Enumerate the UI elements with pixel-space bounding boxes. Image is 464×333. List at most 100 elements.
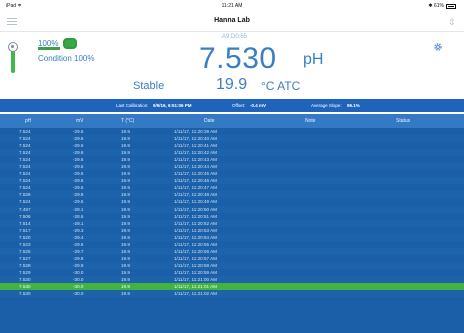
table-row[interactable]: 7.517 -29.3 19.9 1/11/17, 11:20:53 AM xyxy=(0,227,464,234)
temperature-unit: °C ATC xyxy=(261,79,301,93)
cell-date: 1/11/17, 11:20:52 AM xyxy=(174,220,217,226)
cell-date: 1/11/17, 11:20:49 AM xyxy=(174,199,217,205)
cell-temperature: 19.9 xyxy=(121,171,130,177)
cell-ph: 7.526 xyxy=(19,192,31,198)
cell-ph: 7.524 xyxy=(19,199,31,205)
page-title: Hanna Lab xyxy=(214,17,250,24)
cell-temperature: 19.9 xyxy=(121,262,130,268)
gear-icon[interactable] xyxy=(433,42,443,52)
cell-mv: -29.6 xyxy=(73,185,84,191)
cell-ph: 7.525 xyxy=(19,248,31,254)
cell-ph: 7.506 xyxy=(19,213,31,219)
cell-date: 1/11/17, 11:20:54 AM xyxy=(174,234,217,240)
cell-temperature: 19.9 xyxy=(121,255,130,261)
cell-date: 1/11/17, 11:20:47 AM xyxy=(174,185,217,191)
cell-temperature: 19.9 xyxy=(121,291,130,297)
cell-temperature: 19.9 xyxy=(121,269,130,275)
cell-ph: 7.523 xyxy=(19,241,31,247)
cell-ph: 7.524 xyxy=(19,164,31,170)
cell-mv: -29.7 xyxy=(73,248,84,254)
table-row[interactable]: 7.506 -28.6 19.9 1/11/17, 11:20:51 AM xyxy=(0,213,464,220)
table-row[interactable]: 7.524 -29.6 19.9 1/11/17, 11:20:47 AM xyxy=(0,184,464,191)
cell-mv: -29.6 xyxy=(73,171,84,177)
cell-ph: 7.524 xyxy=(19,171,31,177)
cell-date: 1/11/17, 11:21:01 AM xyxy=(174,284,217,290)
status-time: 11:21 AM xyxy=(221,3,243,9)
cell-ph: 7.524 xyxy=(19,178,31,184)
table-row[interactable]: 7.524 -29.6 19.9 1/11/17, 11:20:49 AM xyxy=(0,198,464,205)
cell-mv: -29.6 xyxy=(73,136,84,142)
table-row[interactable]: 7.527 -29.8 19.9 1/11/17, 11:20:57 AM xyxy=(0,255,464,262)
cell-mv: -30.0 xyxy=(73,291,84,297)
column-header-ph[interactable]: pH xyxy=(25,118,31,124)
cell-date: 1/11/17, 11:20:41 AM xyxy=(174,143,217,149)
table-row[interactable]: 7.524 -29.6 19.9 1/11/17, 11:20:40 AM xyxy=(0,135,464,143)
table-row[interactable]: 7.524 -29.6 19.9 1/11/17, 11:20:39 AM xyxy=(0,128,464,135)
cell-ph: 7.514 xyxy=(19,220,31,226)
battery-icon xyxy=(446,3,456,9)
cell-ph: 7.520 xyxy=(19,234,31,240)
table-row[interactable]: 7.524 -29.6 19.9 1/11/17, 11:20:43 AM xyxy=(0,156,464,163)
cell-temperature: 19.9 xyxy=(121,178,130,184)
cell-date: 1/11/17, 11:20:45 AM xyxy=(174,171,217,177)
cell-temperature: 19.9 xyxy=(121,220,130,226)
column-header-temperature[interactable]: T (°C) xyxy=(121,118,134,124)
table-row[interactable]: 7.523 -29.6 19.9 1/11/17, 11:20:55 AM xyxy=(0,241,464,248)
status-bar: iPad ≑ 11:21 AM ✱ 61% xyxy=(0,0,464,12)
cell-date: 1/11/17, 11:20:40 AM xyxy=(174,136,217,142)
cell-temperature: 19.9 xyxy=(121,129,130,134)
cell-ph: 7.497 xyxy=(19,206,31,212)
cell-temperature: 19.9 xyxy=(121,136,130,142)
table-row[interactable]: 7.524 -29.6 19.9 1/11/17, 11:20:46 AM xyxy=(0,177,464,185)
cell-ph: 7.524 xyxy=(19,150,31,156)
table-row[interactable]: 7.525 -29.7 19.9 1/11/17, 11:20:56 AM xyxy=(0,247,464,255)
table-row[interactable]: 7.524 -29.6 19.9 1/11/17, 11:20:45 AM xyxy=(0,170,464,177)
column-header-date[interactable]: Date xyxy=(204,118,215,124)
cell-mv: -29.1 xyxy=(73,220,84,226)
cell-ph: 7.529 xyxy=(19,269,31,275)
table-row[interactable]: 7.520 -29.4 19.9 1/11/17, 11:20:54 AM xyxy=(0,233,464,241)
table-row[interactable]: 7.528 -29.9 19.9 1/11/17, 11:20:58 AM xyxy=(0,261,464,269)
cell-date: 1/11/17, 11:20:55 AM xyxy=(174,241,217,247)
column-header-mv[interactable]: mV xyxy=(76,118,84,124)
cell-date: 1/11/17, 11:20:53 AM xyxy=(174,227,217,233)
battery-label: ✱ 61% xyxy=(428,3,444,9)
column-header-status[interactable]: Status xyxy=(396,118,410,124)
cell-date: 1/11/17, 11:20:42 AM xyxy=(174,150,217,156)
cell-ph: 7.524 xyxy=(19,185,31,191)
table-row[interactable]: 7.524 -29.6 19.9 1/11/17, 11:20:44 AM xyxy=(0,163,464,171)
cell-date: 1/11/17, 11:20:46 AM xyxy=(174,178,217,184)
probe-condition: Condition 100% xyxy=(38,54,95,63)
cell-ph: 7.524 xyxy=(19,136,31,142)
cell-temperature: 19.9 xyxy=(121,150,130,156)
cell-ph: 7.517 xyxy=(19,227,31,233)
cell-mv: -29.6 xyxy=(73,241,84,247)
cell-date: 1/11/17, 11:20:51 AM xyxy=(174,213,217,219)
cell-temperature: 19.9 xyxy=(121,199,130,205)
table-row[interactable]: 7.530 -30.0 19.9 1/11/17, 11:21:00 AM xyxy=(0,275,464,284)
cell-mv: -29.6 xyxy=(73,157,84,163)
table-row[interactable]: 7.526 -29.8 19.9 1/11/17, 11:20:48 AM xyxy=(0,191,464,199)
cell-mv: -29.3 xyxy=(73,227,84,233)
cell-mv: -28.1 xyxy=(73,206,84,212)
share-icon[interactable]: ⇳ xyxy=(448,17,456,27)
column-header-note[interactable]: Note xyxy=(305,118,316,124)
cell-mv: -29.6 xyxy=(73,143,84,149)
cell-ph: 7.527 xyxy=(19,255,31,261)
cell-temperature: 19.9 xyxy=(121,241,130,247)
table-row[interactable]: 7.497 -28.1 19.9 1/11/17, 11:20:50 AM xyxy=(0,205,464,213)
table-row[interactable]: 7.530 -30.0 19.9 1/11/17, 11:21:01 AM xyxy=(0,283,464,291)
cell-temperature: 19.9 xyxy=(121,227,130,233)
cell-temperature: 19.9 xyxy=(121,248,130,254)
average-slope-value: 96.1% xyxy=(347,103,360,108)
table-row[interactable]: 7.524 -29.6 19.9 1/11/17, 11:20:41 AM xyxy=(0,142,464,149)
table-row[interactable]: 7.529 -30.0 19.9 1/11/17, 11:20:59 AM xyxy=(0,269,464,276)
cell-date: 1/11/17, 11:20:44 AM xyxy=(174,164,217,170)
cell-ph: 7.528 xyxy=(19,262,31,268)
cell-mv: -29.9 xyxy=(73,262,84,268)
table-row[interactable]: 7.514 -29.1 19.9 1/11/17, 11:20:52 AM xyxy=(0,219,464,227)
cell-ph: 7.530 xyxy=(19,291,31,297)
cell-mv: -29.6 xyxy=(73,164,84,170)
table-row[interactable]: 7.524 -29.6 19.9 1/11/17, 11:20:42 AM xyxy=(0,149,464,157)
table-row[interactable]: 7.530 -30.0 19.9 1/11/17, 11:21:02 AM xyxy=(0,290,464,298)
